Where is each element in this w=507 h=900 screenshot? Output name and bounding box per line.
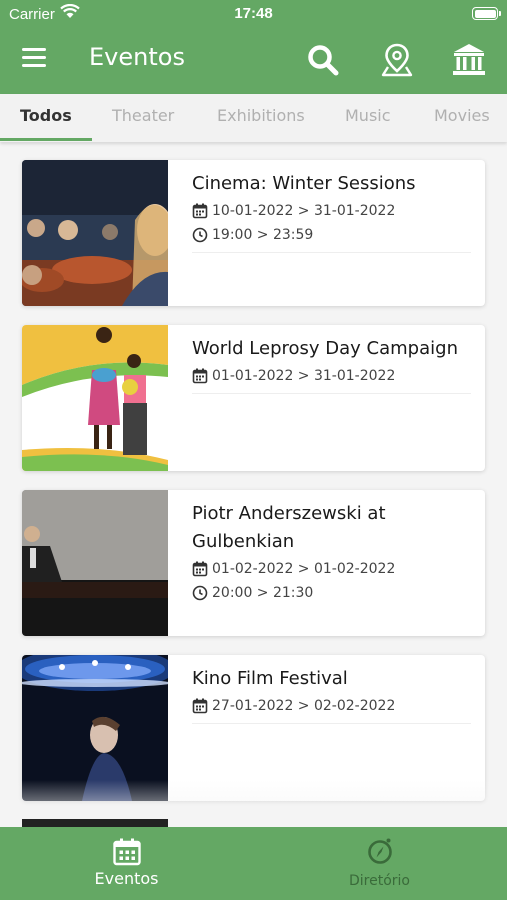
event-thumbnail [22, 655, 168, 801]
event-title: Cinema: Winter Sessions [192, 173, 416, 194]
tab-movies[interactable]: Movies [434, 106, 490, 125]
active-tab-indicator [0, 138, 92, 141]
tab-music[interactable]: Music [345, 106, 391, 125]
divider [192, 393, 471, 394]
event-time-range: 19:00 > 23:59 [212, 227, 314, 243]
event-time: 20:00 > 21:30 [192, 582, 471, 604]
event-title: World Leprosy Day Campaign [192, 338, 458, 359]
event-info: Piotr Anderszewski at Gulbenkian 01-02-2… [192, 500, 471, 604]
event-info: Kino Film Festival 27-01-2022 > 02-02-20… [192, 665, 471, 724]
event-time-range: 20:00 > 21:30 [212, 585, 314, 601]
nav-diretorio[interactable]: Diretório [253, 827, 506, 900]
calendar-icon [192, 368, 208, 384]
calendar-icon [113, 838, 141, 866]
clock: 17:48 [234, 5, 273, 22]
event-thumbnail [22, 490, 168, 636]
event-info: Cinema: Winter Sessions 10-01-2022 > 31-… [192, 170, 471, 253]
clock-icon [192, 227, 208, 243]
nav-eventos[interactable]: Eventos [0, 827, 253, 900]
nav-diretorio-label: Diretório [349, 873, 410, 889]
menu-icon[interactable] [22, 48, 48, 72]
event-thumbnail [22, 325, 168, 471]
event-time: 19:00 > 23:59 [192, 224, 471, 246]
battery-icon [472, 7, 501, 20]
bottom-navigation: Eventos Diretório [0, 827, 507, 900]
search-icon[interactable] [305, 42, 341, 78]
event-dates: 01-02-2022 > 01-02-2022 [192, 558, 471, 580]
event-dates: 10-01-2022 > 31-01-2022 [192, 200, 471, 222]
event-thumbnail [22, 160, 168, 306]
event-title-line-1: Piotr Anderszewski at [192, 503, 386, 524]
museum-icon[interactable] [451, 42, 487, 78]
status-bar: Carrier 17:48 [0, 0, 507, 28]
event-date-range: 10-01-2022 > 31-01-2022 [212, 203, 396, 219]
event-title-line-2: Gulbenkian [192, 531, 295, 552]
app-header: Carrier 17:48 Eventos [0, 0, 507, 94]
event-date-range: 01-01-2022 > 31-01-2022 [212, 368, 396, 384]
calendar-icon [192, 203, 208, 219]
tab-theater[interactable]: Theater [112, 106, 174, 125]
event-dates: 01-01-2022 > 31-01-2022 [192, 365, 471, 387]
event-card[interactable]: Cinema: Winter Sessions 10-01-2022 > 31-… [22, 160, 485, 306]
nav-eventos-label: Eventos [94, 869, 159, 888]
divider [192, 252, 471, 253]
event-dates: 27-01-2022 > 02-02-2022 [192, 695, 471, 717]
calendar-icon [192, 698, 208, 714]
event-card[interactable]: Kino Film Festival 27-01-2022 > 02-02-20… [22, 655, 485, 801]
tab-exhibitions[interactable]: Exhibitions [217, 106, 305, 125]
event-date-range: 27-01-2022 > 02-02-2022 [212, 698, 396, 714]
tab-todos[interactable]: Todos [20, 106, 72, 125]
app-bar: Eventos [0, 28, 507, 94]
calendar-icon [192, 561, 208, 577]
event-card[interactable]: World Leprosy Day Campaign 01-01-2022 > … [22, 325, 485, 471]
event-card[interactable]: Piotr Anderszewski at Gulbenkian 01-02-2… [22, 490, 485, 636]
map-pin-icon[interactable] [379, 42, 415, 78]
compass-icon [368, 838, 392, 864]
clock-icon [192, 585, 208, 601]
event-title: Kino Film Festival [192, 668, 348, 689]
page-title: Eventos [89, 43, 185, 71]
event-info: World Leprosy Day Campaign 01-01-2022 > … [192, 335, 471, 394]
category-tabs: Todos Theater Exhibitions Music Movies [0, 94, 507, 142]
event-list[interactable]: Cinema: Winter Sessions 10-01-2022 > 31-… [0, 142, 507, 827]
event-date-range: 01-02-2022 > 01-02-2022 [212, 561, 396, 577]
divider [192, 723, 471, 724]
